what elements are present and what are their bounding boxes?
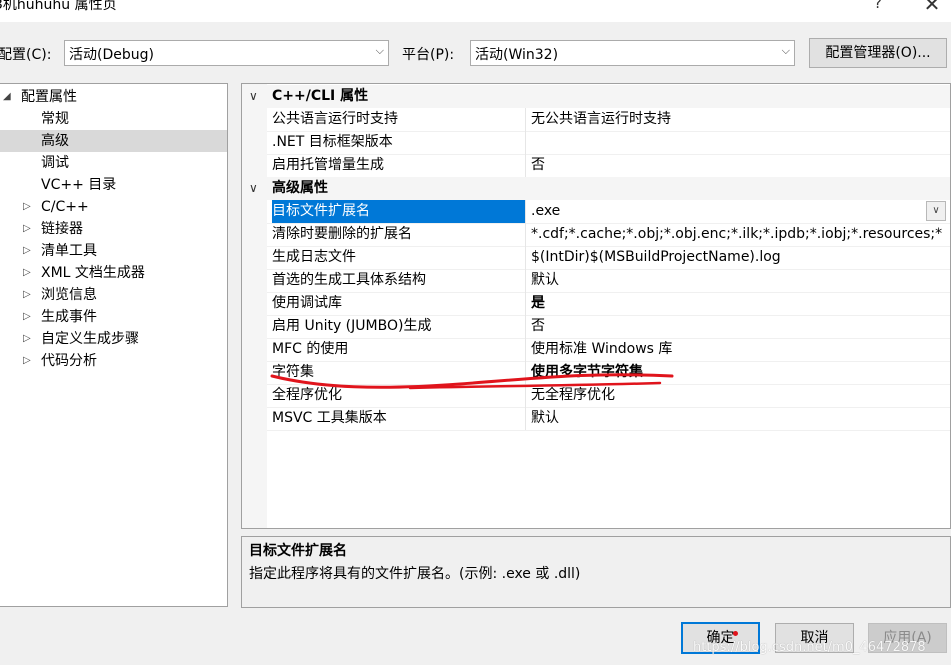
collapsed-triangle-icon: ▷	[23, 267, 31, 278]
title-bar: 3机huhuhu 属性页 ? ✕	[0, 0, 951, 22]
tree-item-general[interactable]: 常规	[41, 108, 69, 130]
tree-item-vc-directories[interactable]: VC++ 目录	[41, 174, 116, 196]
tree-item-advanced[interactable]: 高级	[0, 130, 227, 152]
platform-combo[interactable]: 活动(Win32) ⌵	[470, 40, 795, 66]
property-row[interactable]: .NET 目标框架版本	[267, 131, 950, 155]
property-row-selected[interactable]: 目标文件扩展名 .exe ∨	[267, 200, 950, 224]
chevron-down-icon[interactable]: ∨	[926, 201, 946, 221]
collapsed-triangle-icon: ▷	[23, 355, 31, 366]
property-row[interactable]: 公共语言运行时支持 无公共语言运行时支持	[267, 108, 950, 132]
red-dot-annotation	[733, 631, 738, 636]
description-title: 目标文件扩展名	[249, 543, 347, 559]
description-text: 指定此程序将具有的文件扩展名。(示例: .exe 或 .dll)	[249, 566, 581, 582]
property-row[interactable]: 首选的生成工具体系结构 默认	[267, 269, 950, 293]
help-button[interactable]: ?	[868, 0, 888, 14]
property-row[interactable]: 启用托管增量生成否	[267, 154, 950, 178]
close-button[interactable]: ✕	[920, 0, 944, 16]
property-row[interactable]: MSVC 工具集版本 默认	[267, 407, 950, 431]
chevron-down-icon: ⌵	[375, 44, 384, 57]
platform-label: 平台(P):	[402, 47, 455, 63]
expanded-triangle-icon: ◢	[3, 91, 11, 102]
category-cli[interactable]: ∨ C++/CLI 属性	[242, 85, 950, 108]
description-panel: 目标文件扩展名 指定此程序将具有的文件扩展名。(示例: .exe 或 .dll)	[241, 536, 951, 608]
collapsed-triangle-icon: ▷	[23, 223, 31, 234]
property-tree: ◢ 配置属性 常规 高级 调试 VC++ 目录 ▷ C/C++ ▷ 链接器 ▷ 清单工…	[0, 83, 228, 607]
property-row[interactable]: 启用 Unity (JUMBO)生成否	[267, 315, 950, 339]
collapsed-triangle-icon: ▷	[23, 245, 31, 256]
tree-root-label: 配置属性	[21, 89, 77, 105]
chevron-down-icon: ∨	[249, 89, 258, 103]
window-title: 3机huhuhu 属性页	[0, 0, 117, 13]
property-row[interactable]: 清除时要删除的扩展名 *.cdf;*.cache;*.obj;*.obj.enc;…	[267, 223, 950, 247]
chevron-down-icon: ∨	[249, 181, 258, 195]
chevron-down-icon: ⌵	[781, 44, 790, 57]
grid-gutter	[242, 84, 267, 528]
config-combo[interactable]: 活动(Debug) ⌵	[64, 40, 389, 66]
collapsed-triangle-icon: ▷	[23, 311, 31, 322]
category-advanced[interactable]: ∨ 高级属性	[242, 177, 950, 200]
collapsed-triangle-icon: ▷	[23, 201, 31, 212]
category-label: 高级属性	[272, 180, 328, 196]
config-manager-button[interactable]: 配置管理器(O)...	[809, 38, 947, 68]
red-underline-annotation	[270, 373, 674, 390]
collapsed-triangle-icon: ▷	[23, 333, 31, 344]
property-row[interactable]: MFC 的使用 使用标准 Windows 库	[267, 338, 950, 362]
tree-item-debugging[interactable]: 调试	[41, 152, 69, 174]
watermark: https://blog.csdn.net/m0_46472878	[693, 640, 926, 655]
config-combo-value: 活动(Debug)	[69, 47, 154, 63]
property-row[interactable]: 使用调试库是	[267, 292, 950, 316]
property-row[interactable]: 生成日志文件 $(IntDir)$(MSBuildProjectName).log	[267, 246, 950, 270]
category-label: C++/CLI 属性	[272, 88, 369, 104]
config-label: 配置(C):	[0, 47, 52, 63]
property-grid: ∨ C++/CLI 属性 公共语言运行时支持 无公共语言运行时支持 .NET 目标…	[241, 83, 951, 529]
collapsed-triangle-icon: ▷	[23, 289, 31, 300]
platform-combo-value: 活动(Win32)	[475, 47, 559, 63]
